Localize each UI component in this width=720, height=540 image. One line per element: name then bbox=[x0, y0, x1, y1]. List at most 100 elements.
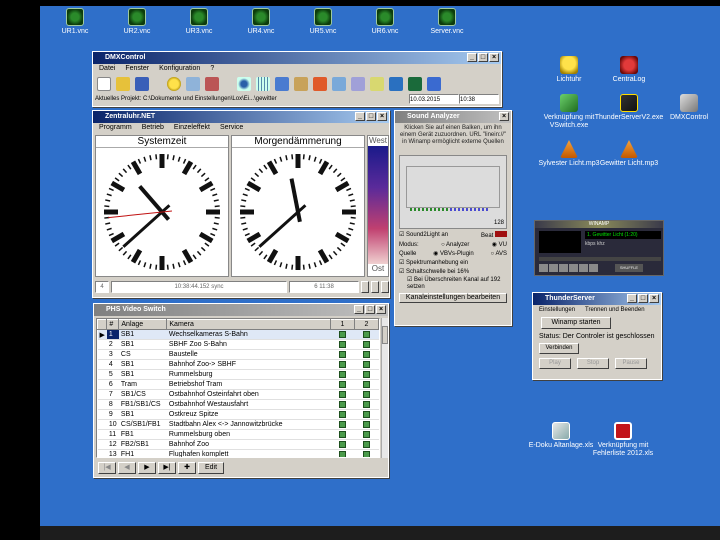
row-output-1[interactable] bbox=[330, 389, 355, 400]
row-selector[interactable] bbox=[97, 379, 107, 390]
grid-icon[interactable] bbox=[256, 77, 270, 91]
spectrum-bar[interactable] bbox=[458, 208, 460, 211]
spectrum-bar[interactable] bbox=[482, 208, 484, 211]
menu-service[interactable]: Service bbox=[220, 123, 243, 133]
music-note-icon[interactable] bbox=[427, 77, 441, 91]
row-output-1[interactable] bbox=[330, 419, 355, 430]
output-checkbox-icon[interactable] bbox=[363, 410, 370, 418]
stop-button[interactable]: Stop bbox=[577, 358, 609, 369]
eye-icon[interactable] bbox=[237, 77, 251, 91]
spectrum-bar[interactable] bbox=[410, 208, 412, 211]
spectrum-bar[interactable] bbox=[474, 208, 476, 211]
ueber-checkbox[interactable]: ☑ Bei Überschreiten Kanal auf 192 setzen bbox=[399, 277, 507, 291]
radio-avs[interactable]: ○ AVS bbox=[490, 250, 507, 259]
row-output-2[interactable] bbox=[354, 379, 379, 390]
desktop-icon-ur2[interactable]: UR2.vnc bbox=[102, 8, 172, 36]
scrollbar-thumb[interactable] bbox=[382, 326, 388, 344]
nav-prev-button[interactable]: ◀ bbox=[118, 462, 136, 474]
output-checkbox-icon[interactable] bbox=[363, 450, 370, 457]
row-output-1[interactable] bbox=[330, 399, 355, 410]
row-output-1[interactable] bbox=[330, 449, 355, 457]
output-checkbox-icon[interactable] bbox=[339, 340, 346, 348]
output-checkbox-icon[interactable] bbox=[363, 340, 370, 348]
desktop-icon-server[interactable]: Server.vnc bbox=[412, 8, 482, 36]
speaker-icon[interactable] bbox=[205, 77, 219, 91]
vertical-scrollbar[interactable] bbox=[381, 318, 388, 458]
output-checkbox-icon[interactable] bbox=[363, 380, 370, 388]
output-checkbox-icon[interactable] bbox=[363, 330, 370, 338]
row-selector[interactable] bbox=[97, 369, 107, 380]
table-row[interactable]: 2 SB1 SBHF Zoo S-Bahn bbox=[97, 339, 379, 350]
output-checkbox-icon[interactable] bbox=[339, 330, 346, 338]
winamp-start-button[interactable]: Winamp starten bbox=[541, 317, 611, 329]
row-output-2[interactable] bbox=[354, 419, 379, 430]
book-icon[interactable] bbox=[389, 77, 403, 91]
play-button[interactable]: Play bbox=[539, 358, 571, 369]
row-output-2[interactable] bbox=[354, 439, 379, 450]
radio-vu[interactable]: ◉ VU bbox=[492, 241, 507, 250]
spectrum-bar[interactable] bbox=[438, 208, 440, 211]
row-selector[interactable]: ▶ bbox=[97, 329, 107, 340]
row-output-2[interactable] bbox=[354, 349, 379, 360]
row-selector[interactable] bbox=[97, 399, 107, 410]
arrows-icon[interactable] bbox=[275, 77, 289, 91]
pause-button[interactable]: Pause bbox=[615, 358, 647, 369]
table-row[interactable]: 7 SB1/CS Ostbahnhof Osteinfahrt oben bbox=[97, 389, 379, 400]
spectrum-bar[interactable] bbox=[422, 208, 424, 211]
menu-einstellungen[interactable]: Einstellungen bbox=[539, 305, 575, 315]
stop-icon[interactable] bbox=[569, 264, 578, 272]
spectrum-bars[interactable] bbox=[410, 208, 488, 211]
effect-icon[interactable] bbox=[313, 77, 327, 91]
close-button[interactable]: × bbox=[376, 305, 386, 314]
row-selector[interactable] bbox=[97, 439, 107, 450]
close-button[interactable]: × bbox=[649, 294, 659, 303]
radio-analyzer[interactable]: ○ Analyzer bbox=[441, 241, 469, 250]
nav-first-button[interactable]: |◀ bbox=[98, 462, 116, 474]
row-output-2[interactable] bbox=[354, 429, 379, 440]
next-icon[interactable] bbox=[579, 264, 588, 272]
menu-datei[interactable]: Datei bbox=[99, 64, 115, 74]
desktop-icon-ur4[interactable]: UR4.vnc bbox=[226, 8, 296, 36]
table-row[interactable]: 11 FB1 Rummelsburg oben bbox=[97, 429, 379, 440]
row-output-1[interactable] bbox=[330, 339, 355, 350]
desktop-icon-ur6[interactable]: UR6.vnc bbox=[350, 8, 420, 36]
row-selector[interactable] bbox=[97, 349, 107, 360]
table-row[interactable]: 3 CS Baustelle bbox=[97, 349, 379, 360]
pause-icon[interactable] bbox=[559, 264, 568, 272]
row-output-2[interactable] bbox=[354, 409, 379, 420]
table-row[interactable]: 5 SB1 Rummelsburg bbox=[97, 369, 379, 380]
output-checkbox-icon[interactable] bbox=[339, 370, 346, 378]
pen-icon[interactable] bbox=[294, 77, 308, 91]
output-checkbox-icon[interactable] bbox=[363, 370, 370, 378]
eject-icon[interactable] bbox=[589, 264, 598, 272]
row-output-2[interactable] bbox=[354, 339, 379, 350]
shuffle-button[interactable]: SHUFFLE bbox=[615, 264, 643, 272]
row-selector[interactable] bbox=[97, 339, 107, 350]
output-checkbox-icon[interactable] bbox=[363, 440, 370, 448]
output-checkbox-icon[interactable] bbox=[339, 420, 346, 428]
row-selector[interactable] bbox=[97, 359, 107, 370]
spectrum-bar[interactable] bbox=[462, 208, 464, 211]
table-row[interactable]: ▶ 1 SB1 Wechselkameras S-Bahn bbox=[97, 329, 379, 340]
table-row[interactable]: 6 Tram Betriebshof Tram bbox=[97, 379, 379, 390]
spectrum-bar[interactable] bbox=[442, 208, 444, 211]
menu-fenster[interactable]: Fenster bbox=[125, 64, 149, 74]
minimize-button[interactable]: _ bbox=[467, 53, 477, 62]
scene-icon[interactable] bbox=[332, 77, 346, 91]
nav-last-button[interactable]: ▶| bbox=[158, 462, 176, 474]
row-output-2[interactable] bbox=[354, 399, 379, 410]
oscilloscope-icon[interactable] bbox=[408, 77, 422, 91]
maximize-button[interactable]: □ bbox=[478, 53, 488, 62]
maximize-button[interactable]: □ bbox=[366, 112, 376, 121]
row-selector[interactable] bbox=[97, 389, 107, 400]
play-icon[interactable] bbox=[549, 264, 558, 272]
minimize-button[interactable]: _ bbox=[354, 305, 364, 314]
open-folder-icon[interactable] bbox=[116, 77, 130, 91]
spectrum-bar[interactable] bbox=[434, 208, 436, 211]
schalt-checkbox[interactable]: ☑ Schaltschwelle bei 16% bbox=[399, 268, 507, 277]
row-output-1[interactable] bbox=[330, 439, 355, 450]
spectrum-bar[interactable] bbox=[430, 208, 432, 211]
output-checkbox-icon[interactable] bbox=[363, 430, 370, 438]
close-button[interactable]: × bbox=[377, 112, 387, 121]
spectrum-bar[interactable] bbox=[414, 208, 416, 211]
